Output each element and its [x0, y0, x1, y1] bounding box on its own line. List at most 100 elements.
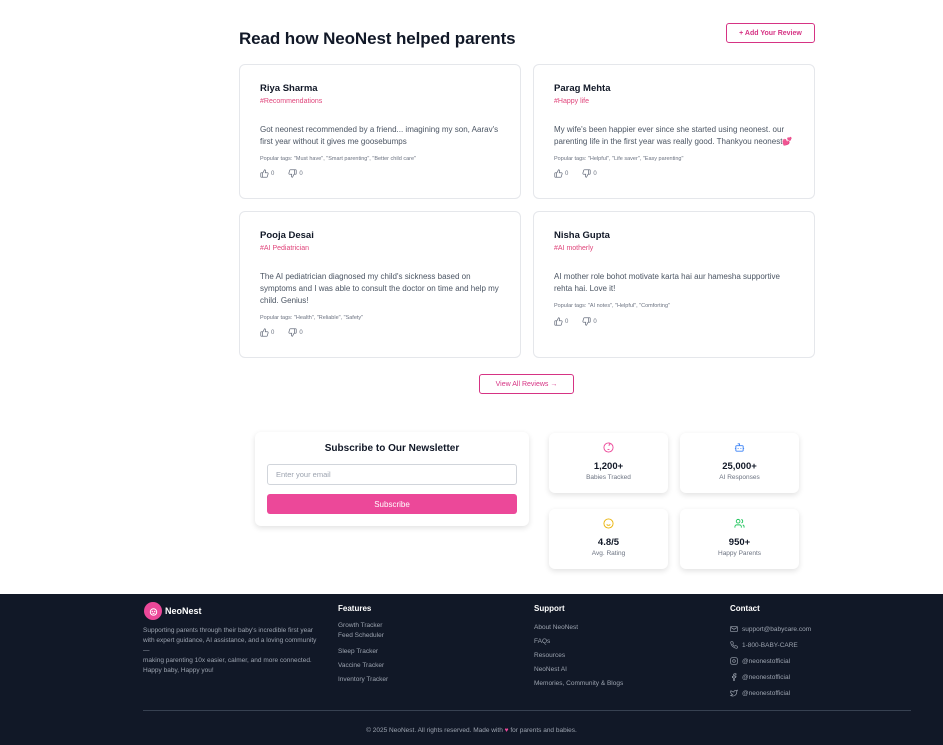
thumbs-up-icon — [554, 169, 563, 178]
footer-desc-line: Supporting parents through their baby's … — [143, 627, 317, 654]
footer-link-inventory-tracker[interactable]: Inventory Tracker — [338, 673, 388, 687]
review-text: AI mother role bohot motivate karta hai … — [554, 272, 780, 293]
instagram-icon — [730, 657, 738, 665]
stat-card-ai-responses: 25,000+ AI Responses — [680, 433, 799, 493]
stat-label: Babies Tracked — [586, 474, 631, 481]
subscribe-button[interactable]: Subscribe — [267, 494, 517, 514]
footer-features-title: Features — [338, 604, 372, 613]
stat-card-rating: 4.8/5 Avg. Rating — [549, 509, 668, 569]
review-card: Pooja Desai #AI Pediatrician The AI pedi… — [239, 211, 521, 358]
like-button[interactable]: 0 — [260, 328, 274, 337]
contact-instagram[interactable]: @neonestofficial — [730, 653, 811, 669]
footer-contact-title: Contact — [730, 604, 760, 613]
twitter-icon — [730, 689, 738, 697]
footer-features: Features Growth Tracker Feed Scheduler S… — [338, 604, 388, 687]
review-tag: #AI Pediatrician — [260, 245, 310, 252]
thumbs-up-icon — [260, 328, 269, 337]
footer-logo[interactable]: NeoNest — [144, 602, 202, 620]
review-card: Nisha Gupta #AI motherly AI mother role … — [533, 211, 815, 358]
stat-value: 950+ — [728, 537, 751, 548]
like-count: 0 — [565, 170, 569, 177]
contact-twitter[interactable]: @neonestofficial — [730, 685, 811, 701]
footer-link-growth-tracker[interactable]: Growth Tracker — [338, 621, 388, 631]
like-button[interactable]: 0 — [554, 169, 568, 178]
reviewer-name: Pooja Desai — [260, 230, 314, 241]
thumbs-down-icon — [582, 169, 591, 178]
stat-label: Avg. Rating — [591, 550, 626, 557]
thumbs-down-icon — [582, 317, 591, 326]
smile-icon — [603, 518, 614, 529]
copyright-text-end: for parents and babies. — [510, 727, 577, 734]
footer-link-feed-scheduler[interactable]: Feed Scheduler — [338, 631, 388, 641]
contact-instagram-text: @neonestofficial — [742, 657, 791, 665]
bot-icon — [734, 443, 745, 452]
site-footer: NeoNest Supporting parents through their… — [0, 594, 943, 745]
footer-link-memories[interactable]: Memories, Community & Blogs — [534, 677, 623, 691]
email-input[interactable]: Enter your email — [267, 464, 517, 485]
like-button[interactable]: 0 — [554, 317, 568, 326]
popular-tags: Popular tags: "Must have", "Smart parent… — [260, 156, 417, 162]
newsletter-title: Subscribe to Our Newsletter — [324, 443, 460, 454]
like-count: 0 — [271, 329, 275, 336]
review-tag: #Happy life — [554, 98, 590, 105]
heart-icon: ♥ — [504, 727, 509, 734]
copyright: © 2025 NeoNest. All rights reserved. Mad… — [0, 727, 943, 734]
footer-contact: Contact support@babycare.com 1-800-BABY-… — [730, 604, 811, 701]
stat-value: 25,000+ — [722, 461, 757, 472]
contact-email[interactable]: support@babycare.com — [730, 621, 811, 637]
dislike-button[interactable]: 0 — [288, 169, 303, 178]
footer-desc-line: Happy baby, Happy you! — [143, 667, 214, 674]
facebook-icon — [732, 673, 737, 681]
dislike-button[interactable]: 0 — [582, 317, 597, 326]
footer-link-resources[interactable]: Resources — [534, 649, 623, 663]
stat-card-babies: 1,200+ Babies Tracked — [549, 433, 668, 493]
footer-desc-line: making parenting 10x easier, calmer, and… — [143, 657, 312, 664]
mail-icon — [730, 626, 738, 632]
footer-support: Support About NeoNest FAQs Resources Neo… — [534, 604, 623, 691]
reviewer-name: Riya Sharma — [260, 83, 318, 94]
add-review-button[interactable]: + Add Your Review — [726, 23, 815, 43]
contact-facebook-text: @neonestofficial — [742, 673, 791, 681]
stat-card-parents: 950+ Happy Parents — [680, 509, 799, 569]
footer-divider — [143, 710, 911, 711]
footer-link-vaccine-tracker[interactable]: Vaccine Tracker — [338, 659, 388, 673]
phone-icon — [730, 641, 738, 649]
dislike-count: 0 — [593, 170, 597, 177]
reviewer-name: Parag Mehta — [554, 83, 611, 94]
footer-description: Supporting parents through their baby's … — [143, 626, 319, 676]
review-text: The AI pediatrician diagnosed my child's… — [260, 272, 499, 305]
footer-link-sleep-tracker[interactable]: Sleep Tracker — [338, 645, 388, 659]
stat-value: 4.8/5 — [597, 537, 620, 548]
footer-brand: NeoNest — [165, 606, 202, 616]
users-icon — [734, 518, 745, 528]
section-heading: Read how NeoNest helped parents — [239, 29, 516, 48]
baby-icon — [603, 442, 614, 453]
footer-support-title: Support — [534, 604, 565, 613]
stat-label: Happy Parents — [718, 550, 761, 557]
stat-value: 1,200+ — [593, 461, 624, 472]
neonest-logo-icon — [144, 602, 162, 620]
review-text: Got neonest recommended by a friend... i… — [260, 125, 499, 146]
newsletter-card: Subscribe to Our Newsletter Enter your e… — [255, 432, 529, 526]
thumbs-down-icon — [288, 328, 297, 337]
review-card: Riya Sharma #Recommendations Got neonest… — [239, 64, 521, 199]
contact-facebook[interactable]: @neonestofficial — [730, 669, 811, 685]
copyright-text: © 2025 NeoNest. All rights reserved. Mad… — [366, 727, 503, 734]
dislike-count: 0 — [299, 170, 303, 177]
contact-twitter-text: @neonestofficial — [742, 689, 791, 697]
popular-tags: Popular tags: "Health", "Reliable", "Saf… — [260, 315, 364, 321]
stat-label: AI Responses — [719, 474, 760, 481]
contact-email-text: support@babycare.com — [742, 625, 812, 633]
thumbs-up-icon — [554, 317, 563, 326]
footer-link-about[interactable]: About NeoNest — [534, 621, 623, 635]
dislike-button[interactable]: 0 — [288, 328, 303, 337]
like-button[interactable]: 0 — [260, 169, 274, 178]
dislike-button[interactable]: 0 — [582, 169, 597, 178]
footer-link-faqs[interactable]: FAQs — [534, 635, 623, 649]
footer-link-neonest-ai[interactable]: NeoNest AI — [534, 663, 623, 677]
reviewer-name: Nisha Gupta — [554, 230, 610, 241]
like-count: 0 — [271, 170, 275, 177]
contact-phone[interactable]: 1-800-BABY-CARE — [730, 637, 811, 653]
view-all-reviews-button[interactable]: View All Reviews → — [479, 374, 574, 394]
popular-tags: Popular tags: "Helpful", "Life saver", "… — [554, 156, 684, 162]
